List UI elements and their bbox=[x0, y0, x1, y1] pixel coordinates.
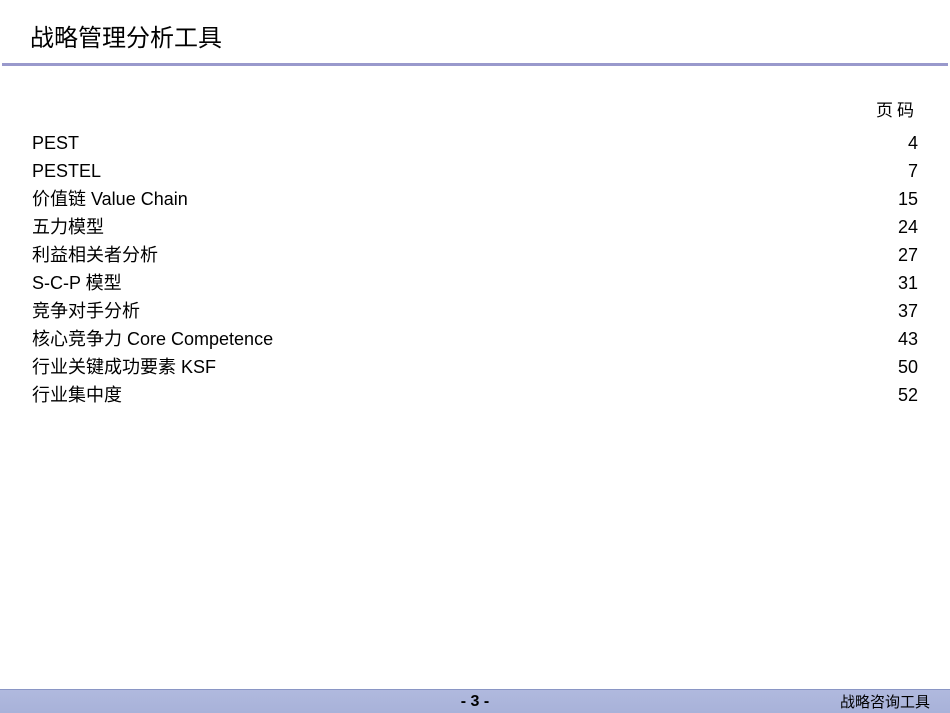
toc-item-label: 利益相关者分析 bbox=[32, 241, 158, 269]
toc-row: 行业集中度 52 bbox=[32, 381, 918, 409]
slide-header: 战略管理分析工具 bbox=[0, 0, 950, 63]
toc-header-row: 页码 bbox=[32, 96, 918, 121]
toc-item-page: 15 bbox=[898, 185, 918, 213]
page-number: - 3 - bbox=[461, 693, 489, 711]
toc-item-label: 五力模型 bbox=[32, 213, 104, 241]
toc-item-page: 43 bbox=[898, 325, 918, 353]
toc-item-page: 24 bbox=[898, 213, 918, 241]
toc-item-page: 50 bbox=[898, 353, 918, 381]
toc-item-page: 4 bbox=[908, 129, 918, 157]
toc-row: PEST 4 bbox=[32, 129, 918, 157]
toc-item-page: 52 bbox=[898, 381, 918, 409]
page-title: 战略管理分析工具 bbox=[30, 18, 920, 53]
toc-row: 价值链 Value Chain 15 bbox=[32, 185, 918, 213]
toc-row: 核心竞争力 Core Competence 43 bbox=[32, 325, 918, 353]
toc-item-page: 31 bbox=[898, 269, 918, 297]
toc-row: 竞争对手分析 37 bbox=[32, 297, 918, 325]
toc-item-label: PEST bbox=[32, 129, 79, 157]
toc-row: 利益相关者分析 27 bbox=[32, 241, 918, 269]
toc-row: 五力模型 24 bbox=[32, 213, 918, 241]
toc-item-label: PESTEL bbox=[32, 157, 101, 185]
toc-item-label: 核心竞争力 Core Competence bbox=[32, 325, 273, 353]
toc-row: 行业关键成功要素 KSF 50 bbox=[32, 353, 918, 381]
content-area: 页码 PEST 4 PESTEL 7 价值链 Value Chain 15 五力… bbox=[0, 66, 950, 409]
toc-item-label: 行业关键成功要素 KSF bbox=[32, 353, 216, 381]
toc-item-page: 27 bbox=[898, 241, 918, 269]
toc-item-label: 竞争对手分析 bbox=[32, 297, 140, 325]
toc-item-label: 行业集中度 bbox=[32, 381, 122, 409]
toc-item-label: S-C-P 模型 bbox=[32, 269, 122, 297]
footer-label: 战略咨询工具 bbox=[840, 691, 930, 712]
toc-item-page: 37 bbox=[898, 297, 918, 325]
slide-footer: - 3 - 战略咨询工具 bbox=[0, 689, 950, 713]
page-column-header: 页码 bbox=[876, 96, 918, 121]
toc-item-page: 7 bbox=[908, 157, 918, 185]
toc-item-label: 价值链 Value Chain bbox=[32, 185, 188, 213]
toc-row: PESTEL 7 bbox=[32, 157, 918, 185]
toc-row: S-C-P 模型 31 bbox=[32, 269, 918, 297]
